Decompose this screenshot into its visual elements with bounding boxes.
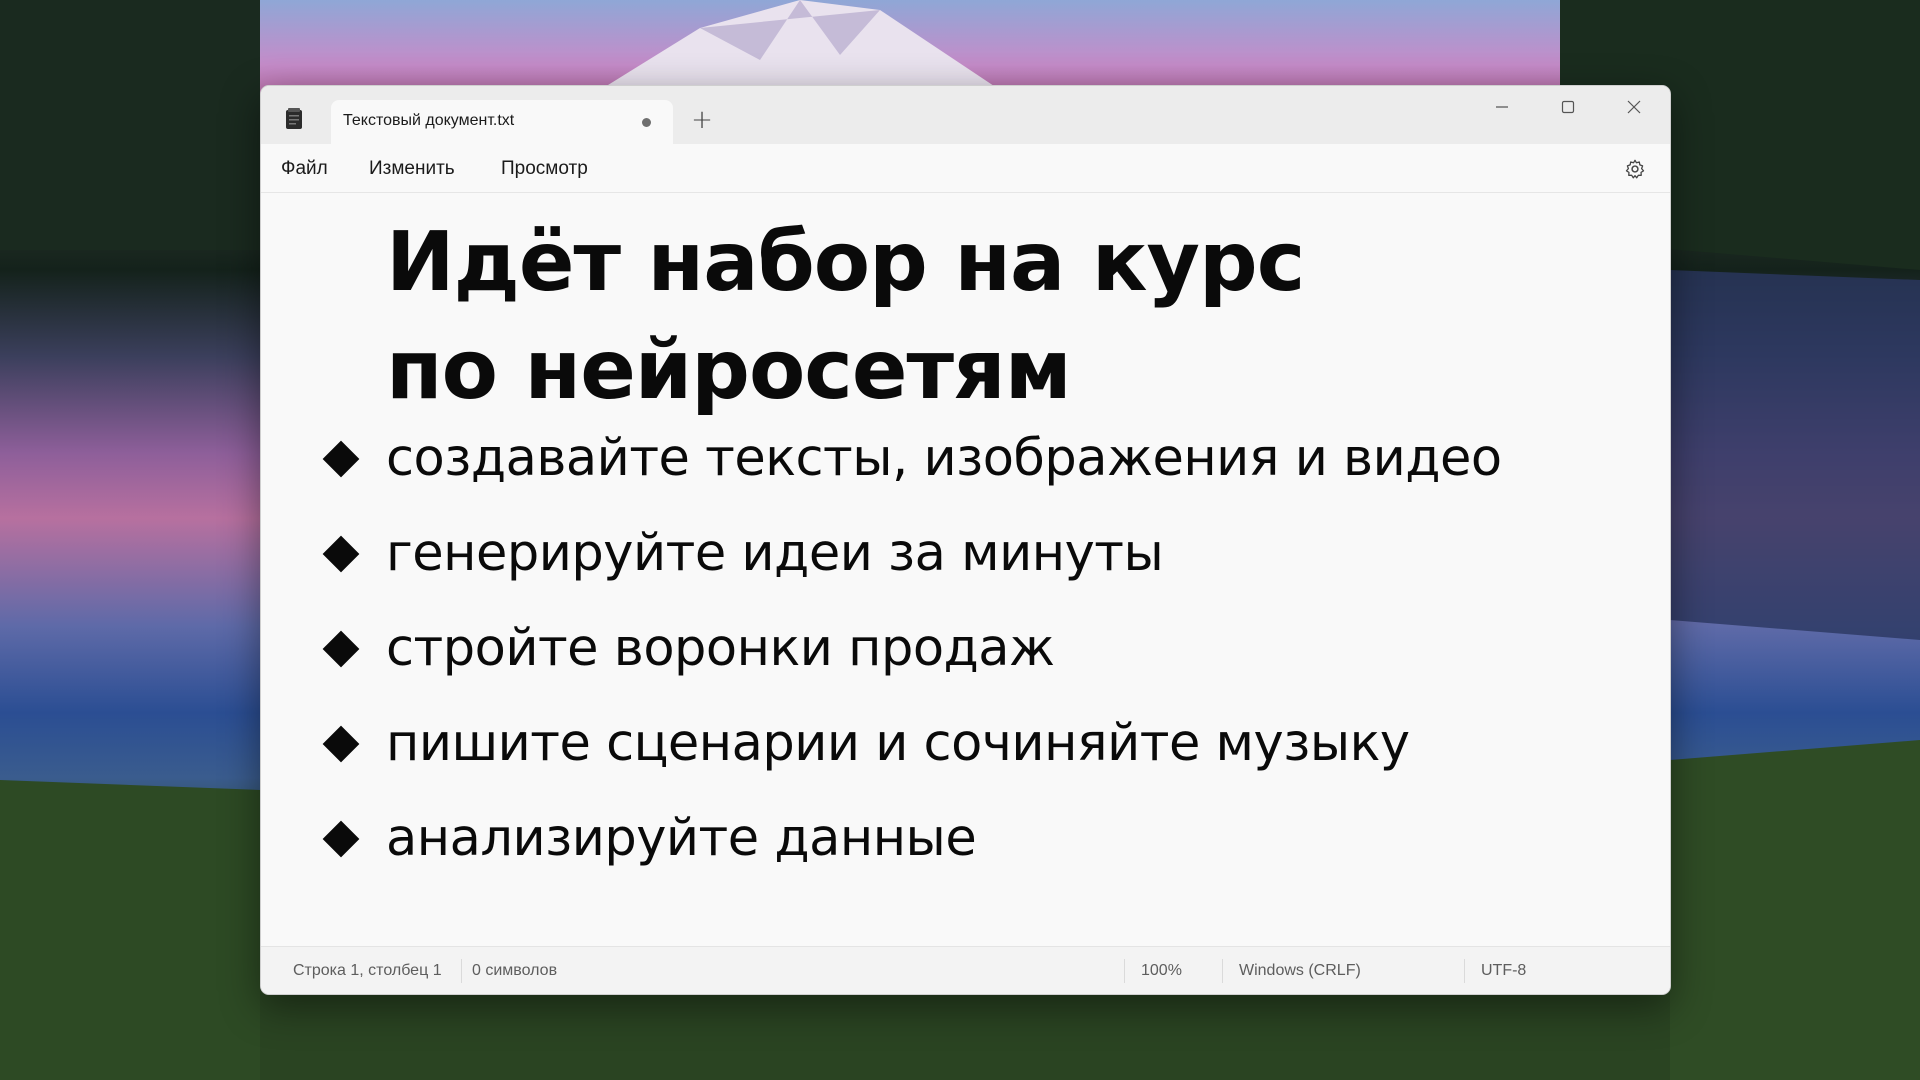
list-item-text: генерируйте идеи за минуты — [386, 524, 1164, 583]
unsaved-indicator-icon[interactable] — [642, 118, 651, 127]
lake-reflection-right — [1670, 270, 1920, 640]
menu-file[interactable]: Файл — [281, 158, 328, 180]
status-line-ending[interactable]: Windows (CRLF) — [1239, 962, 1361, 980]
menu-bar: Файл Изменить Просмотр — [261, 144, 1670, 193]
grass-right — [1670, 740, 1920, 1080]
close-icon — [1627, 100, 1641, 114]
headline-line-1: Идёт набор на курс — [386, 215, 1305, 310]
status-cursor-position: Строка 1, столбец 1 — [293, 962, 442, 979]
new-tab-button[interactable]: + — [684, 104, 720, 136]
diamond-icon — [322, 820, 360, 858]
status-bar: Строка 1, столбец 1 0 символов 100% Wind… — [261, 946, 1670, 994]
notepad-window: Текстовый документ.txt + Файл Изменить П… — [260, 85, 1671, 995]
diamond-icon — [322, 440, 360, 478]
list-item-text: стройте воронки продаж — [386, 619, 1055, 678]
menu-edit[interactable]: Изменить — [369, 158, 455, 180]
forest-left — [0, 0, 260, 250]
list-item-text: создавайте тексты, изображения и видео — [386, 429, 1502, 488]
close-button[interactable] — [1601, 86, 1667, 130]
maximize-button[interactable] — [1535, 86, 1601, 130]
list-item-text: пишите сценарии и сочиняйте музыку — [386, 714, 1410, 773]
notepad-icon — [286, 108, 302, 129]
status-divider — [461, 959, 462, 983]
list-item: анализируйте данные — [261, 805, 1670, 900]
status-zoom[interactable]: 100% — [1141, 962, 1182, 980]
minimize-icon — [1496, 106, 1508, 108]
gear-icon[interactable] — [1624, 158, 1646, 180]
status-char-count: 0 символов — [472, 962, 558, 979]
status-divider — [1222, 959, 1223, 983]
maximize-icon — [1561, 100, 1575, 114]
document-headline: Идёт набор на курс по нейросетям — [386, 209, 1305, 425]
list-item: создавайте тексты, изображения и видео — [261, 425, 1670, 520]
grass-left — [0, 780, 260, 1080]
diamond-icon — [322, 725, 360, 763]
status-encoding[interactable]: UTF-8 — [1481, 962, 1526, 980]
diamond-icon — [322, 535, 360, 573]
status-divider — [1124, 959, 1125, 983]
grass-bottom — [260, 990, 1670, 1080]
title-bar[interactable]: Текстовый документ.txt + — [261, 86, 1670, 144]
diamond-icon — [322, 630, 360, 668]
minimize-button[interactable] — [1469, 86, 1535, 130]
list-item: пишите сценарии и сочиняйте музыку — [261, 710, 1670, 805]
text-editor-area[interactable]: Идёт набор на курс по нейросетям создава… — [261, 193, 1670, 945]
list-item: генерируйте идеи за минуты — [261, 520, 1670, 615]
feature-list: создавайте тексты, изображения и видео г… — [261, 425, 1670, 900]
menu-view[interactable]: Просмотр — [501, 158, 588, 180]
list-item-text: анализируйте данные — [386, 809, 977, 868]
tab-document[interactable]: Текстовый документ.txt — [331, 100, 673, 144]
list-item: стройте воронки продаж — [261, 615, 1670, 710]
status-divider — [1464, 959, 1465, 983]
tab-title: Текстовый документ.txt — [343, 112, 515, 129]
headline-line-2: по нейросетям — [386, 323, 1072, 418]
